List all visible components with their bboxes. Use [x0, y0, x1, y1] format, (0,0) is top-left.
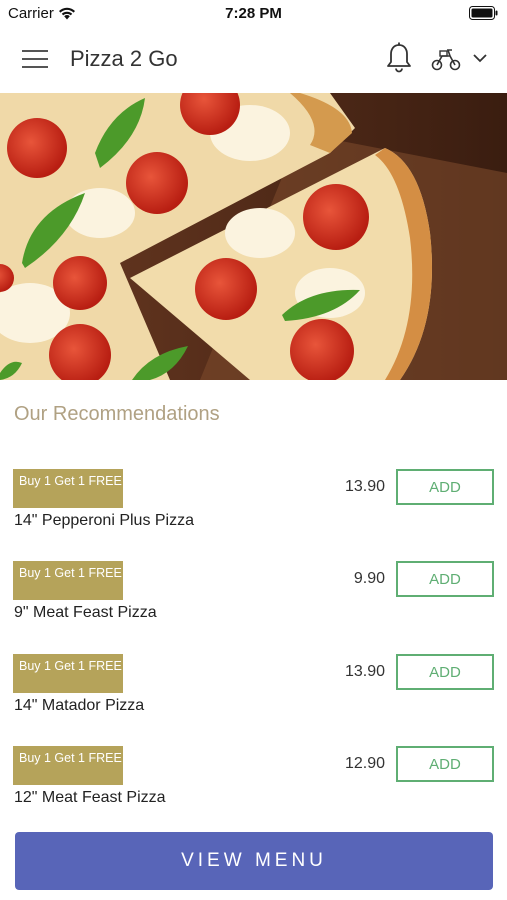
list-item: Buy 1 Get 1 FREE 12" Meat Feast Pizza 12…: [0, 746, 507, 826]
status-bar: Carrier 7:28 PM: [0, 0, 507, 26]
battery-icon: [469, 6, 498, 20]
menu-icon[interactable]: [22, 48, 48, 70]
item-name: 9" Meat Feast Pizza: [14, 604, 157, 621]
promo-badge: Buy 1 Get 1 FREE: [13, 561, 123, 600]
item-name: 14" Pepperoni Plus Pizza: [14, 512, 195, 529]
add-button[interactable]: ADD: [396, 561, 494, 597]
add-button[interactable]: ADD: [396, 746, 494, 782]
hero-image: [0, 93, 507, 380]
item-name: 12" Meat Feast Pizza: [14, 789, 166, 806]
add-button[interactable]: ADD: [396, 469, 494, 505]
item-price: 13.90: [344, 478, 385, 495]
pizza-illustration: [0, 93, 507, 380]
promo-badge: Buy 1 Get 1 FREE: [13, 654, 123, 693]
bell-icon[interactable]: [385, 42, 413, 74]
promo-badge: Buy 1 Get 1 FREE: [13, 746, 123, 785]
status-time: 7:28 PM: [225, 5, 282, 22]
chevron-down-icon[interactable]: [472, 52, 488, 64]
list-item: Buy 1 Get 1 FREE 14" Pepperoni Plus Pizz…: [0, 469, 507, 549]
list-item: Buy 1 Get 1 FREE 9" Meat Feast Pizza 9.9…: [0, 561, 507, 641]
item-price: 9.90: [353, 570, 385, 587]
view-menu-button[interactable]: VIEW MENU: [15, 832, 493, 890]
page-title: Pizza 2 Go: [70, 46, 178, 71]
section-title: Our Recommendations: [14, 403, 220, 425]
promo-badge: Buy 1 Get 1 FREE: [13, 469, 123, 508]
item-price: 13.90: [344, 663, 385, 680]
item-price: 12.90: [344, 755, 385, 772]
list-item: Buy 1 Get 1 FREE 14" Matador Pizza 13.90…: [0, 654, 507, 734]
scooter-icon[interactable]: [430, 46, 462, 72]
item-name: 14" Matador Pizza: [14, 697, 145, 714]
app-header: Pizza 2 Go: [0, 26, 507, 93]
add-button[interactable]: ADD: [396, 654, 494, 690]
